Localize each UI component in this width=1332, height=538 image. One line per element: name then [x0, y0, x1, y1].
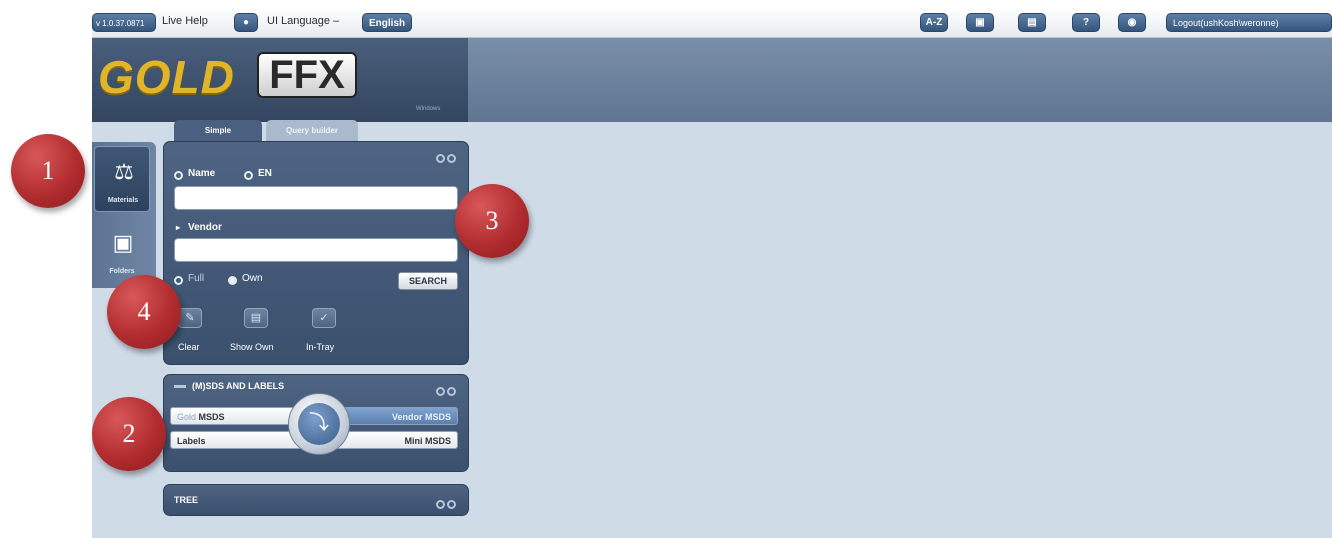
tab-simple[interactable]: Simple: [174, 120, 262, 142]
labels-button[interactable]: Labels: [170, 431, 308, 449]
logo-ffx-text: FFX: [257, 52, 357, 98]
folder-icon: ▣: [112, 230, 134, 255]
search-button[interactable]: SEARCH: [398, 272, 458, 290]
expand-arrow-icon[interactable]: ▸: [176, 223, 180, 232]
callout-3: 3: [455, 184, 529, 258]
callout-1: 1: [11, 134, 85, 208]
minimize-icon[interactable]: [436, 500, 445, 509]
name-radio[interactable]: [174, 171, 183, 180]
live-help-link[interactable]: Live Help: [162, 15, 208, 27]
close-icon[interactable]: [447, 387, 456, 396]
binoculars-icon[interactable]: ◉: [1118, 13, 1146, 32]
help-icon[interactable]: ?: [1072, 13, 1100, 32]
own-radio[interactable]: [228, 276, 237, 285]
close-icon[interactable]: [447, 500, 456, 509]
screenshot-stage: v 1.0.37.0871 Live Help ● UI Language – …: [0, 0, 1332, 538]
close-icon[interactable]: [447, 154, 456, 163]
en-label: EN: [258, 168, 272, 179]
en-radio[interactable]: [244, 171, 253, 180]
building-icon[interactable]: ▣: [966, 13, 994, 32]
az-index-icon[interactable]: A-Z: [920, 13, 948, 32]
clear-icon[interactable]: ✎: [178, 308, 202, 328]
logo-subtitle: Windows: [416, 106, 441, 112]
in-tray-icon[interactable]: ✓: [312, 308, 336, 328]
sds-panel-title[interactable]: (M)SDS AND LABELS: [174, 381, 284, 391]
full-radio[interactable]: [174, 276, 183, 285]
in-tray-button[interactable]: In-Tray: [306, 342, 334, 352]
show-own-button[interactable]: Show Own: [230, 342, 274, 352]
tree-panel: TREE: [163, 484, 469, 516]
logout-button[interactable]: Logout(ushKosh\weronne): [1166, 13, 1332, 32]
top-bar: v 1.0.37.0871 Live Help ● UI Language – …: [92, 8, 1332, 38]
search-panel: Name EN ▸ Vendor Full Own SEARCH ✎ ▤ ✓ C…: [163, 141, 469, 365]
version-badge: v 1.0.37.0871: [92, 13, 156, 32]
minimize-icon[interactable]: [436, 154, 445, 163]
callout-4: 4: [107, 275, 181, 349]
panel-controls[interactable]: [434, 150, 458, 163]
header-banner: GOLD FFX Windows: [92, 38, 1332, 122]
sds-hub-dial[interactable]: ⤵: [288, 393, 350, 455]
name-label: Name: [188, 168, 216, 179]
logo-area: GOLD FFX Windows: [92, 38, 468, 122]
pulse-icon: ⤵: [298, 403, 340, 445]
ui-language-label: UI Language –: [267, 15, 340, 27]
name-input[interactable]: [174, 186, 458, 210]
tree-panel-title[interactable]: TREE: [174, 495, 198, 505]
panel-controls[interactable]: [434, 383, 458, 396]
panel-controls[interactable]: [434, 496, 458, 509]
logo-gold-text: GOLD: [98, 51, 235, 103]
flask-icon: ⚖: [114, 159, 134, 184]
sds-labels-panel: (M)SDS AND LABELS Gold MSDS Vendor MSDS …: [163, 374, 469, 472]
nav-folders-label: Folders: [109, 268, 135, 275]
language-select[interactable]: English: [362, 13, 413, 32]
callout-2: 2: [92, 397, 166, 471]
gold-msds-text: MSDS: [198, 412, 225, 422]
app-window: v 1.0.37.0871 Live Help ● UI Language – …: [92, 8, 1332, 538]
own-label: Own: [242, 273, 263, 284]
collapse-icon[interactable]: [174, 385, 186, 389]
show-own-icon[interactable]: ▤: [244, 308, 268, 328]
gold-msds-prefix: Gold: [177, 412, 197, 422]
left-navigation: ⚖ Materials ▣ Folders: [92, 142, 156, 288]
vendor-label: Vendor: [188, 222, 222, 233]
document-icon[interactable]: ▤: [1018, 13, 1046, 32]
vendor-input[interactable]: [174, 238, 458, 262]
nav-materials[interactable]: ⚖ Materials: [94, 146, 150, 212]
tab-query-builder[interactable]: Query builder: [266, 120, 358, 142]
minimize-icon[interactable]: [436, 387, 445, 396]
chat-icon[interactable]: ●: [234, 13, 258, 32]
full-label: Full: [188, 273, 205, 284]
nav-materials-label: Materials: [107, 197, 139, 204]
clear-button[interactable]: Clear: [178, 342, 200, 352]
sds-panel-title-text: (M)SDS AND LABELS: [192, 381, 285, 391]
